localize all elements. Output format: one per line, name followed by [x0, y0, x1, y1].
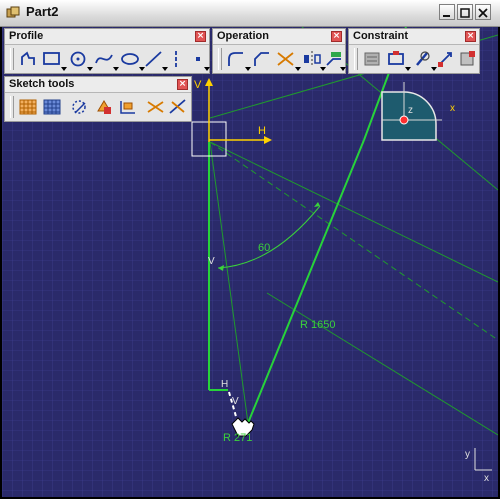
- contact-constraint-icon[interactable]: [411, 49, 433, 69]
- dimensional-constraints-icon[interactable]: [117, 97, 139, 117]
- toolbar-grip[interactable]: [218, 48, 222, 70]
- snap-to-point-icon[interactable]: [41, 97, 63, 117]
- rectangle-tool-icon[interactable]: [41, 49, 63, 69]
- axis-tool-icon[interactable]: [165, 49, 187, 69]
- maximize-button[interactable]: [457, 4, 473, 20]
- toolbar-sketch-tools-close-button[interactable]: ×: [177, 79, 188, 90]
- minimize-button[interactable]: [439, 4, 455, 20]
- edit-multi-constraint-icon[interactable]: [457, 49, 479, 69]
- geometrical-constraints-icon[interactable]: [93, 97, 115, 117]
- constraint-tool-icon[interactable]: [385, 49, 407, 69]
- toolbar-sketch-tools-header[interactable]: Sketch tools ×: [5, 77, 191, 93]
- toolbar-operation[interactable]: Operation ×: [212, 28, 346, 74]
- close-icon: [478, 8, 488, 18]
- toolbar-grip[interactable]: [354, 48, 358, 70]
- toolbar-operation-title: Operation: [217, 30, 269, 42]
- grid-icon[interactable]: [17, 97, 39, 117]
- cut-part-by-sketch-plane-icon[interactable]: [145, 97, 167, 117]
- toolbar-sketch-tools[interactable]: Sketch tools ×: [4, 76, 192, 122]
- toolbar-constraint-header[interactable]: Constraint ×: [349, 29, 479, 45]
- toolbar-operation-header[interactable]: Operation ×: [213, 29, 345, 45]
- toolbar-constraint-close-button[interactable]: ×: [465, 31, 476, 42]
- toolbar-grip[interactable]: [10, 48, 14, 70]
- vertical-constraint-marker: V: [208, 256, 215, 267]
- corner-tool-icon[interactable]: [225, 49, 247, 69]
- radius-dimension-long[interactable]: R 1650: [300, 319, 335, 331]
- part-document-icon: [6, 6, 20, 18]
- horizontal-constraint-marker: H: [221, 379, 229, 390]
- toolbar-constraint-title: Constraint: [353, 30, 408, 42]
- ellipse-tool-icon[interactable]: [119, 49, 141, 69]
- toolbar-profile[interactable]: Profile ×: [4, 28, 210, 74]
- compass-z-label: z: [408, 105, 413, 116]
- toolbar-constraint[interactable]: Constraint ×: [348, 28, 480, 74]
- spline-tool-icon[interactable]: [93, 49, 115, 69]
- toolbar-profile-header[interactable]: Profile ×: [5, 29, 209, 45]
- trim-tool-icon[interactable]: [275, 49, 297, 69]
- profile-tool-icon[interactable]: [17, 49, 39, 69]
- constraints-dialog-icon[interactable]: [361, 49, 383, 69]
- point-tool-icon[interactable]: [187, 49, 209, 69]
- fix-together-icon[interactable]: [435, 49, 457, 69]
- corner-axis-x-label: x: [484, 473, 489, 484]
- angle-dimension[interactable]: 60: [258, 242, 270, 254]
- toolbar-operation-close-button[interactable]: ×: [331, 31, 342, 42]
- toolbar-grip[interactable]: [10, 96, 14, 118]
- maximize-icon: [460, 8, 470, 18]
- mirror-tool-icon[interactable]: [301, 49, 323, 69]
- axis-v-label: V: [194, 79, 202, 91]
- window-title: Part2: [26, 4, 59, 19]
- compass-x-label: x: [450, 103, 455, 114]
- line-tool-icon[interactable]: [143, 49, 165, 69]
- project-3d-tool-icon[interactable]: [323, 49, 345, 69]
- sketcher-window: Part2 H V z x 60 R 1650 R 271 V V H x y …: [0, 0, 500, 499]
- title-bar[interactable]: Part2: [0, 0, 500, 27]
- toolbar-profile-title: Profile: [9, 30, 44, 42]
- toolbar-sketch-tools-title: Sketch tools: [9, 78, 75, 90]
- circle-tool-icon[interactable]: [67, 49, 89, 69]
- chamfer-tool-icon[interactable]: [251, 49, 273, 69]
- output-feature-icon[interactable]: [167, 97, 189, 117]
- minimize-icon: [443, 15, 450, 17]
- construction-element-icon[interactable]: [69, 97, 91, 117]
- axis-h-label: H: [258, 125, 266, 137]
- vertical-constraint-marker-2: V: [232, 396, 239, 407]
- radius-dimension-short[interactable]: R 271: [223, 432, 252, 444]
- toolbar-profile-close-button[interactable]: ×: [195, 31, 206, 42]
- corner-axis-y-label: y: [465, 449, 470, 460]
- close-window-button[interactable]: [475, 4, 491, 20]
